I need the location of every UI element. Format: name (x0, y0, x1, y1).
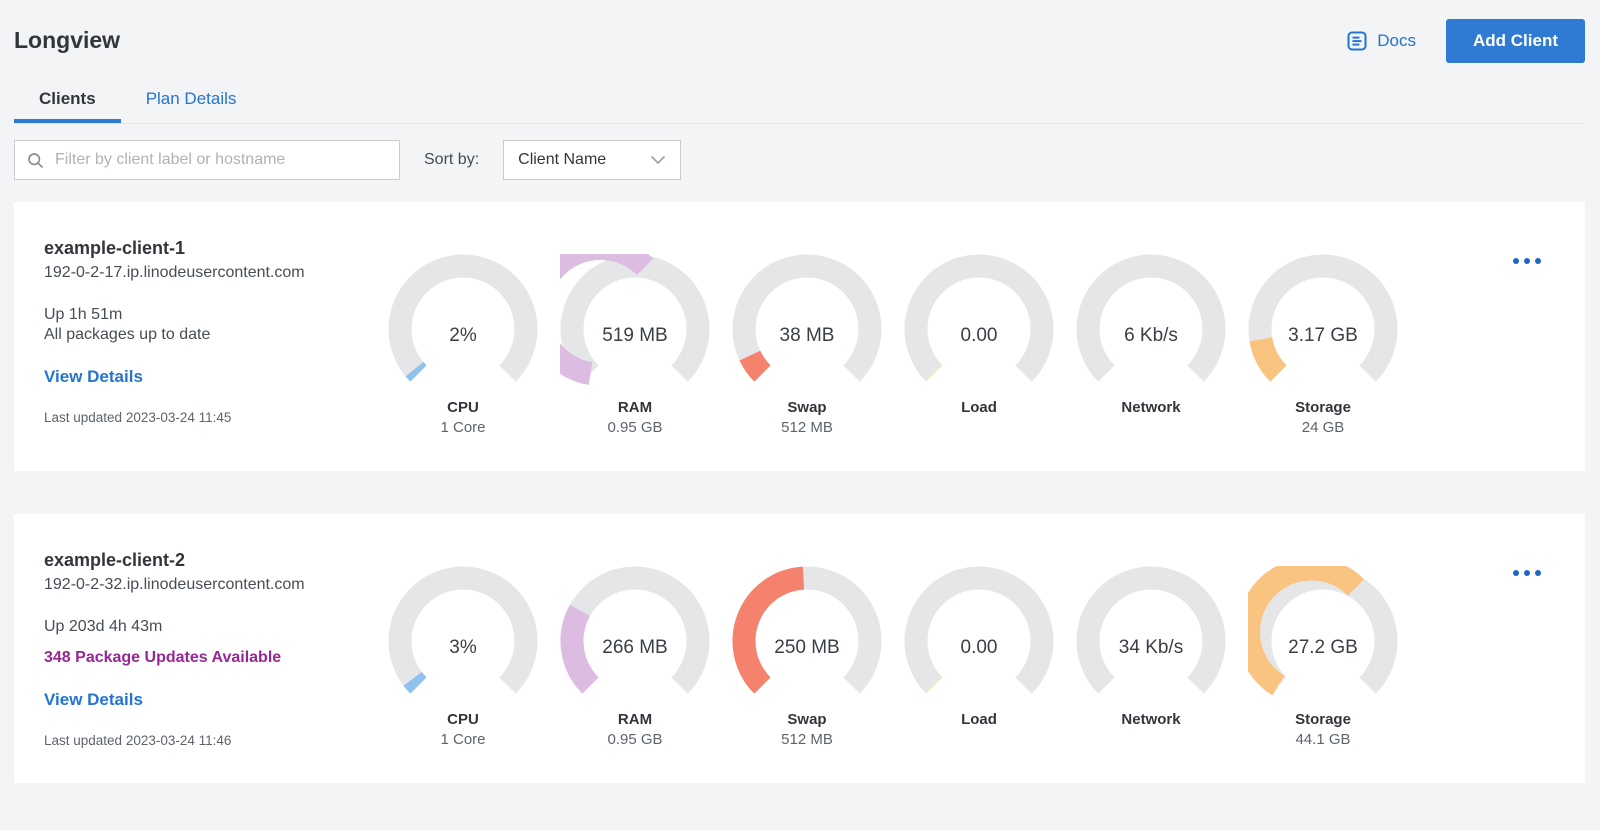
docs-label: Docs (1377, 30, 1416, 50)
gauge-cpu: 2% CPU 1 Core (388, 254, 538, 437)
gauge-value: 27.2 GB (1288, 637, 1358, 658)
client-hostname: 192-0-2-32.ip.linodeusercontent.com (44, 576, 305, 593)
gauge-value: 3% (449, 637, 477, 658)
gauge-value: 250 MB (774, 637, 840, 658)
page-header: Longview Docs Add Client (14, 0, 1585, 63)
kebab-dot (1524, 258, 1530, 264)
sort-select-value: Client Name (518, 151, 607, 168)
client-list: example-client-1 192-0-2-17.ip.linodeuse… (14, 202, 1585, 783)
gauge-sublabel (1076, 731, 1226, 749)
gauge-sublabel: 0.95 GB (607, 731, 663, 748)
gauges-row: 2% CPU 1 Core 519 MB RAM 0.95 GB 38 MB S… (388, 202, 1398, 437)
client-name: example-client-2 (44, 550, 186, 570)
gauge-value: 0.00 (960, 325, 998, 346)
gauge-value: 2% (449, 325, 477, 346)
gauge-swap: 38 MB Swap 512 MB (732, 254, 882, 437)
client-actions-menu[interactable] (1509, 254, 1545, 268)
gauge-sublabel: 1 Core (440, 419, 486, 436)
gauge-sublabel: 512 MB (781, 419, 833, 436)
gauge-value: 6 Kb/s (1124, 325, 1178, 346)
search-icon (27, 152, 44, 169)
packages-status: All packages up to date (44, 326, 211, 343)
page-title: Longview (14, 27, 121, 53)
view-details-link[interactable]: View Details (44, 690, 143, 710)
gauge-value: 0.00 (960, 637, 998, 658)
gauge-sublabel: 24 GB (1301, 419, 1345, 436)
kebab-dot (1524, 570, 1530, 576)
kebab-dot (1535, 258, 1541, 264)
header-actions: Docs Add Client (1346, 18, 1585, 63)
gauge-sublabel: 1 Core (440, 731, 486, 748)
kebab-dot (1535, 570, 1541, 576)
add-client-button[interactable]: Add Client (1446, 18, 1585, 63)
gauge-ram: 519 MB RAM 0.95 GB (526, 236, 710, 437)
client-info: example-client-1 192-0-2-17.ip.linodeuse… (44, 202, 388, 437)
gauge-sublabel (904, 419, 1054, 437)
gauge-sublabel: 44.1 GB (1295, 731, 1351, 748)
tabs: Clients Plan Details (14, 76, 1585, 124)
gauge-sublabel (1076, 419, 1226, 437)
longview-page: Longview Docs Add Client Clients Plan De… (0, 0, 1600, 783)
client-card-2: example-client-2 192-0-2-32.ip.linodeuse… (14, 514, 1585, 783)
client-info: example-client-2 192-0-2-32.ip.linodeuse… (44, 514, 388, 749)
gauge-value: 3.17 GB (1288, 325, 1358, 346)
gauge-cpu: 3% CPU 1 Core (388, 566, 538, 749)
gauge-storage: 27.2 GB Storage 44.1 GB (1236, 557, 1398, 749)
gauge-load: 0.00 Load (904, 566, 1054, 749)
kebab-dot (1513, 570, 1519, 576)
client-uptime: Up 203d 4h 43m (44, 618, 163, 635)
last-updated: Last updated 2023-03-24 11:45 (44, 410, 232, 425)
gauge-value: 34 Kb/s (1118, 637, 1184, 658)
client-actions-menu[interactable] (1509, 566, 1545, 580)
gauge-sublabel: 512 MB (781, 731, 833, 748)
docs-icon (1346, 30, 1368, 52)
client-card-1: example-client-1 192-0-2-17.ip.linodeuse… (14, 202, 1585, 471)
gauge-load: 0.00 Load (904, 254, 1054, 437)
docs-link[interactable]: Docs (1346, 30, 1416, 52)
gauge-value: 519 MB (602, 325, 668, 346)
kebab-dot (1513, 258, 1519, 264)
gauges-row: 3% CPU 1 Core 266 MB RAM 0.95 GB 250 MB … (388, 514, 1398, 749)
chevron-down-icon (650, 155, 666, 165)
gauge-value: 38 MB (779, 325, 835, 346)
packages-status: 348 Package Updates Available (44, 649, 282, 666)
last-updated: Last updated 2023-03-24 11:46 (44, 733, 232, 748)
gauge-storage: 3.17 GB Storage 24 GB (1248, 254, 1398, 437)
client-name: example-client-1 (44, 238, 186, 258)
client-filter (14, 140, 400, 180)
sort-select[interactable]: Client Name (503, 140, 682, 180)
sort-by-label: Sort by: (424, 151, 480, 168)
tab-plan-details[interactable]: Plan Details (121, 76, 262, 123)
client-uptime: Up 1h 51m (44, 306, 123, 323)
tab-clients[interactable]: Clients (14, 76, 121, 123)
filter-row: Sort by: Client Name (14, 140, 1585, 180)
gauge-swap: 250 MB Swap 512 MB (732, 566, 882, 749)
view-details-link[interactable]: View Details (44, 367, 143, 387)
gauge-value: 266 MB (602, 637, 668, 658)
client-filter-input[interactable] (55, 151, 387, 169)
gauge-sublabel (904, 731, 1054, 749)
gauge-ram: 266 MB RAM 0.95 GB (560, 566, 710, 749)
gauge-sublabel: 0.95 GB (607, 419, 663, 436)
gauge-network: 6 Kb/s Network (1076, 254, 1226, 437)
gauge-network: 34 Kb/s Network (1076, 566, 1226, 749)
client-hostname: 192-0-2-17.ip.linodeusercontent.com (44, 264, 305, 281)
